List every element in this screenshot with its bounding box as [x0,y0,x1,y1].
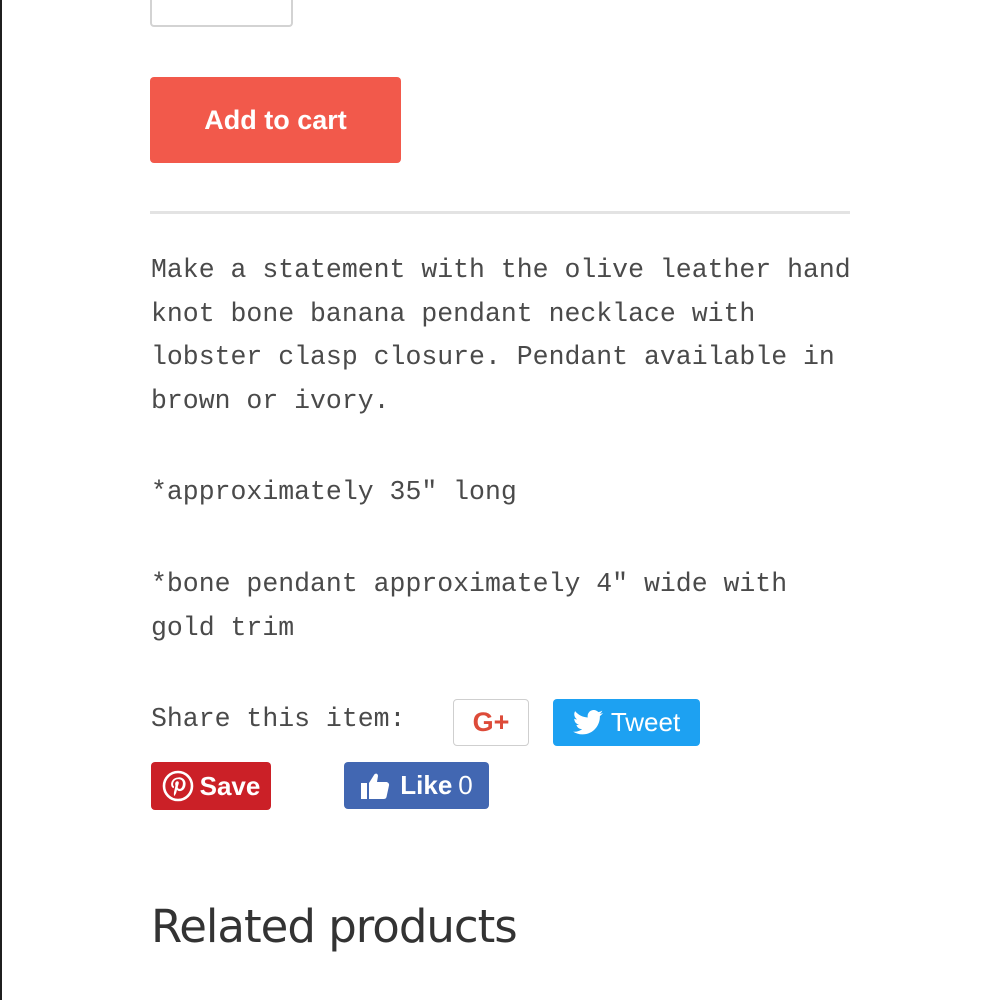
tweet-label: Tweet [610,707,681,737]
twitter-bird-icon [572,710,603,735]
related-products-heading: Related products [151,900,518,953]
google-plus-label: G+ [472,707,510,737]
pinterest-icon [162,770,194,802]
add-to-cart-button[interactable]: Add to cart [150,77,401,163]
facebook-like-count: 0 [458,770,473,800]
facebook-like-label: Like [400,770,453,800]
product-description: Make a statement with the olive leather … [151,255,851,416]
product-pendant-note: *bone pendant approximately 4" wide with… [151,569,788,643]
facebook-like-button[interactable]: Like 0 [344,762,489,809]
google-plus-share-button[interactable]: G+ [453,699,529,746]
product-length-note: *approximately 35" long [151,477,517,507]
pinterest-save-label: Save [199,770,261,801]
pinterest-save-button[interactable]: Save [151,762,271,810]
share-label: Share this item: [151,704,406,734]
tweet-button[interactable]: Tweet [553,699,700,746]
page-left-border [0,0,2,1000]
section-divider [150,211,850,214]
quantity-input[interactable] [150,0,293,27]
thumbs-up-icon [360,772,390,800]
